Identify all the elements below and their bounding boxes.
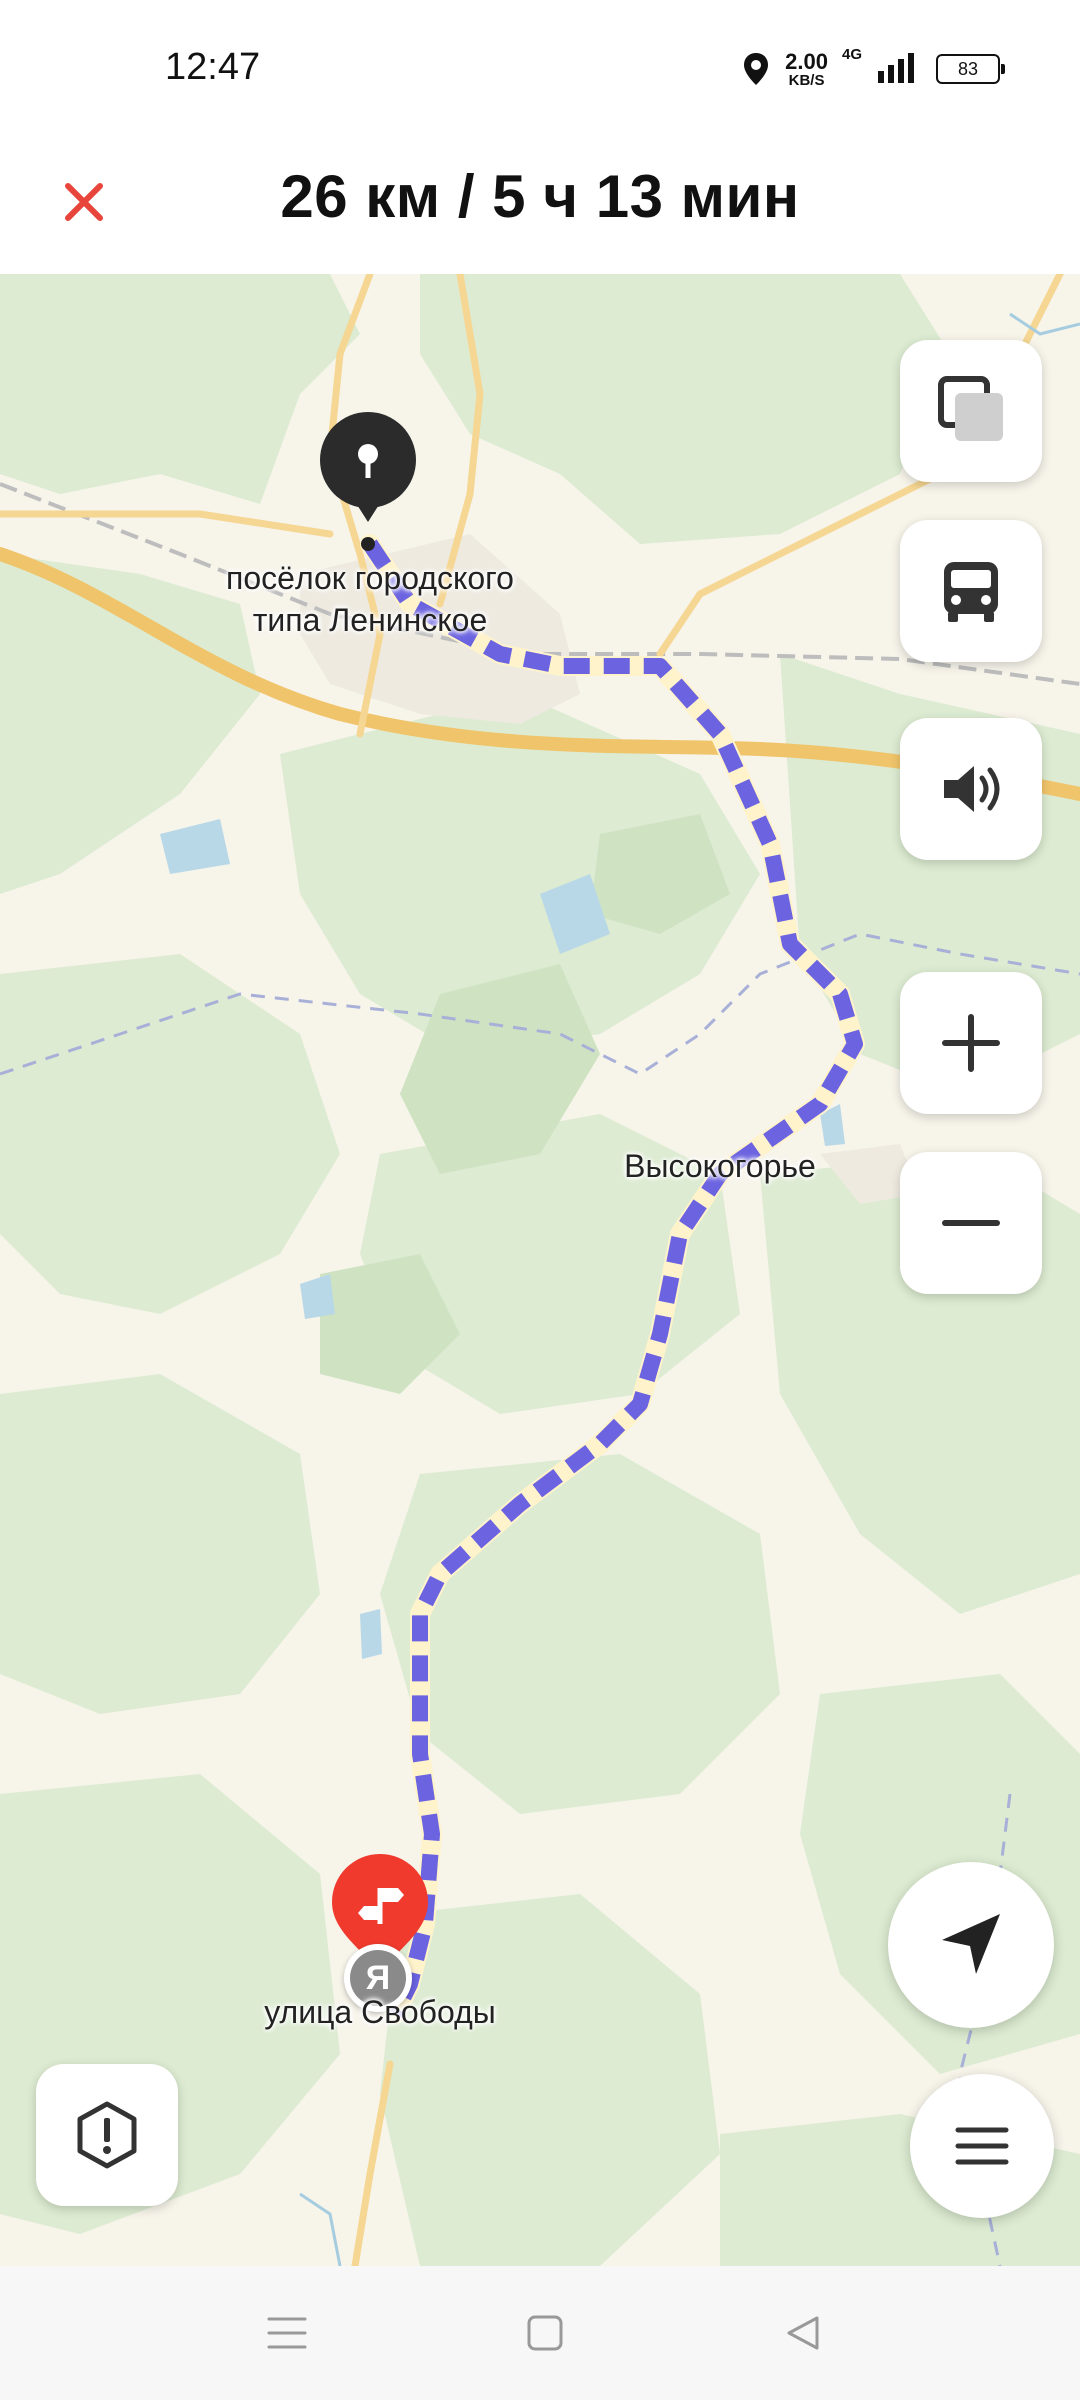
triangle-back-icon (787, 2316, 819, 2350)
status-time: 12:47 (165, 46, 261, 88)
square-icon (527, 2315, 563, 2351)
locate-me-button[interactable] (888, 1862, 1054, 2028)
signal-icon (878, 53, 914, 83)
map-label-village: Высокогорье (624, 1148, 816, 1184)
route-header: 26 км / 5 ч 13 мин (0, 140, 1080, 274)
close-button[interactable] (48, 166, 120, 238)
map-label-destination: улица Свободы (264, 1994, 496, 2030)
menu-icon (955, 2127, 1009, 2165)
network-type: 4G (841, 46, 862, 63)
transport-button[interactable] (900, 520, 1042, 662)
zoom-in-button[interactable] (900, 972, 1042, 1114)
sound-button[interactable] (900, 718, 1042, 860)
speaker-icon (944, 766, 1000, 812)
menu-button[interactable] (910, 2074, 1054, 2218)
zoom-out-button[interactable] (900, 1152, 1042, 1294)
system-navigation-bar (0, 2266, 1080, 2400)
nav-back-button[interactable] (736, 2266, 870, 2400)
close-icon (65, 183, 103, 221)
layers-icon (938, 376, 1003, 441)
map-view[interactable]: Я посёлок городского типа Ленинское Высо… (0, 274, 1080, 2266)
status-icons: 2.00 KB/S 4G 83 (741, 46, 1005, 92)
report-button[interactable] (36, 2064, 178, 2206)
network-speed-value: 2.00 (785, 48, 828, 74)
nav-menu-button[interactable] (220, 2266, 354, 2400)
bus-icon (944, 562, 998, 622)
route-summary: 26 км / 5 ч 13 мин (280, 163, 800, 230)
network-speed: 2.00 KB/S (785, 48, 828, 89)
menu-lines-icon (267, 2317, 307, 2349)
location-icon (744, 53, 769, 85)
layers-button[interactable] (900, 340, 1042, 482)
alert-icon (77, 2101, 137, 2169)
network-speed-unit: KB/S (788, 71, 825, 89)
status-bar: 12:47 2.00 KB/S 4G 83 (0, 0, 1080, 140)
navigation-arrow-icon (942, 1914, 1000, 1974)
map-label-start: посёлок городского типа Ленинское (226, 560, 514, 638)
nav-home-button[interactable] (478, 2266, 612, 2400)
battery-indicator: 83 (936, 54, 1005, 84)
plus-icon (942, 1014, 1000, 1072)
minus-icon (942, 1220, 1000, 1226)
